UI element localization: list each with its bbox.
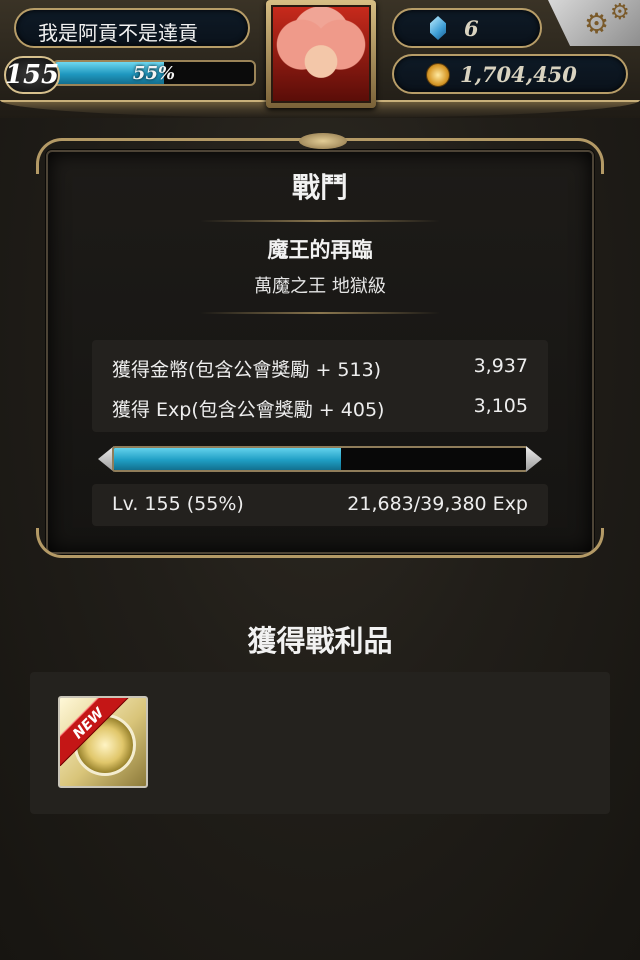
exp-progress: 21,683/39,380 Exp [347, 493, 528, 515]
player-level-badge: 155 [4, 56, 60, 94]
gem-counter[interactable]: 6 [392, 8, 542, 48]
level-progress: Lv. 155 (55%) 21,683/39,380 Exp [92, 484, 548, 526]
battle-title: 戰鬥 [291, 171, 348, 204]
player-name: 我是阿貢不是達貢 [38, 21, 198, 45]
divider-top [200, 220, 440, 222]
stage-difficulty: 萬魔之王 地獄級 [254, 276, 386, 297]
loot-item[interactable]: NEW [58, 696, 148, 788]
avatar-portrait [271, 5, 371, 103]
coin-counter[interactable]: 1,704,450 [392, 54, 628, 94]
coin-count: 1,704,450 [460, 62, 577, 87]
player-exp-bar: 55% [52, 60, 256, 86]
top-hud: 我是阿貢不是達貢 55% 155 6 1,704,450 ⚙ ⚙ [0, 0, 640, 118]
battle-exp-fill [114, 448, 341, 470]
gem-count: 6 [464, 16, 479, 41]
player-exp-percent: 55% [132, 63, 176, 84]
reward-row-coins: 獲得金幣(包含公會獎勵 + 513) 3,937 [112, 355, 528, 383]
reward-exp-value: 3,105 [473, 395, 528, 417]
reward-row-exp: 獲得 Exp(包含公會獎勵 + 405) 3,105 [112, 395, 528, 423]
battle-exp-bar [112, 446, 528, 472]
settings-button[interactable]: ⚙ ⚙ [548, 0, 640, 46]
divider-bottom [200, 312, 440, 314]
rewards-summary: 獲得金幣(包含公會獎勵 + 513) 3,937 獲得 Exp(包含公會獎勵 +… [92, 340, 548, 432]
loot-title: 獲得戰利品 [247, 624, 393, 658]
reward-coins-label: 獲得金幣(包含公會獎勵 + 513) [112, 359, 382, 381]
gem-icon [430, 16, 446, 40]
stage-name: 魔王的再臨 [267, 238, 373, 262]
gear-small-icon: ⚙ [610, 0, 630, 25]
coin-icon [426, 63, 450, 87]
reward-coins-value: 3,937 [473, 355, 528, 377]
gear-icon: ⚙ [584, 7, 610, 40]
player-name-plate[interactable]: 我是阿貢不是達貢 [14, 8, 250, 48]
leader-avatar[interactable] [266, 0, 376, 108]
level-label: Lv. 155 (55%) [112, 493, 244, 515]
reward-exp-label: 獲得 Exp(包含公會獎勵 + 405) [112, 399, 385, 421]
